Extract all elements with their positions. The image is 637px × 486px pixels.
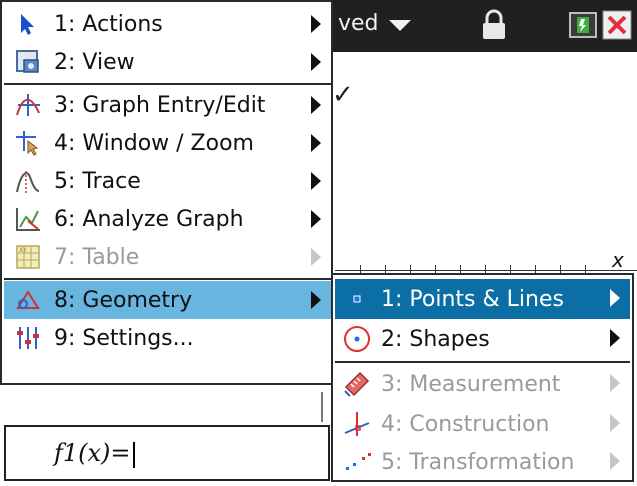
function-entry-field[interactable]: f1(x)= [4, 425, 330, 481]
view-icon [12, 46, 44, 78]
submenu-arrow-icon [610, 374, 620, 392]
lock-icon [483, 9, 505, 39]
menu-item-table[interactable]: XY 7: Table [4, 238, 331, 276]
geometry-submenu: 1: Points & Lines 2: Shapes 3: Measureme… [331, 273, 634, 482]
submenu-arrow-icon [311, 291, 321, 309]
trace-icon [12, 165, 44, 197]
submenu-item-transformation[interactable]: 5: Transformation [335, 442, 630, 482]
submenu-arrow-icon [311, 96, 321, 114]
document-status-text: ved [338, 11, 379, 36]
measurement-icon [341, 368, 373, 400]
submenu-arrow-icon [311, 134, 321, 152]
analyze-graph-icon [12, 203, 44, 235]
battery-icon [569, 12, 597, 38]
menu-item-graph-entry-edit[interactable]: 3: Graph Entry/Edit [4, 86, 331, 124]
submenu-arrow-icon [311, 248, 321, 266]
menu-item-window-zoom[interactable]: 4: Window / Zoom [4, 124, 331, 162]
x-axis [335, 270, 637, 271]
geometry-icon [12, 284, 44, 316]
menu-item-settings[interactable]: 9: Settings... [4, 319, 331, 357]
transformation-icon [341, 446, 373, 478]
submenu-arrow-icon [610, 414, 620, 432]
svg-text:XY: XY [19, 247, 27, 254]
menu-item-trace[interactable]: 5: Trace [4, 162, 331, 200]
points-lines-icon [341, 283, 373, 315]
menu-item-view[interactable]: 2: View [4, 43, 331, 81]
submenu-item-shapes[interactable]: 2: Shapes [335, 319, 630, 359]
submenu-item-measurement[interactable]: 3: Measurement [335, 364, 630, 404]
entry-resize-handle[interactable] [321, 392, 323, 422]
submenu-arrow-icon [311, 53, 321, 71]
menu-separator [4, 83, 331, 85]
submenu-arrow-icon [311, 172, 321, 190]
graph-entry-icon [12, 89, 44, 121]
close-icon[interactable] [602, 10, 632, 40]
text-cursor [132, 441, 135, 468]
submenu-arrow-icon [311, 15, 321, 33]
settings-icon [12, 322, 44, 354]
function-entry-text: f1(x)= [54, 439, 135, 468]
main-menu: 1: Actions 2: View 3: Graph Entry/Edit 4… [0, 0, 333, 385]
menu-item-actions[interactable]: 1: Actions [4, 5, 331, 43]
submenu-arrow-icon [311, 210, 321, 228]
construction-icon [341, 408, 373, 440]
x-axis-label: x [612, 248, 624, 272]
menu-separator [4, 278, 331, 280]
submenu-item-points-lines[interactable]: 1: Points & Lines [335, 279, 630, 319]
shapes-icon [341, 323, 373, 355]
window-zoom-icon [12, 127, 44, 159]
document-tab[interactable]: ved [338, 11, 411, 36]
menu-item-geometry[interactable]: 8: Geometry [4, 281, 331, 319]
submenu-separator [335, 361, 630, 363]
submenu-arrow-icon [610, 452, 620, 470]
chevron-down-icon[interactable] [388, 20, 411, 31]
submenu-item-construction[interactable]: 4: Construction [335, 404, 630, 444]
table-icon: XY [12, 241, 44, 273]
checkmark-icon: ✓ [332, 80, 354, 110]
menu-item-analyze-graph[interactable]: 6: Analyze Graph [4, 200, 331, 238]
cursor-arrow-icon [12, 8, 44, 40]
submenu-arrow-icon [610, 289, 620, 307]
submenu-arrow-icon [610, 329, 620, 347]
